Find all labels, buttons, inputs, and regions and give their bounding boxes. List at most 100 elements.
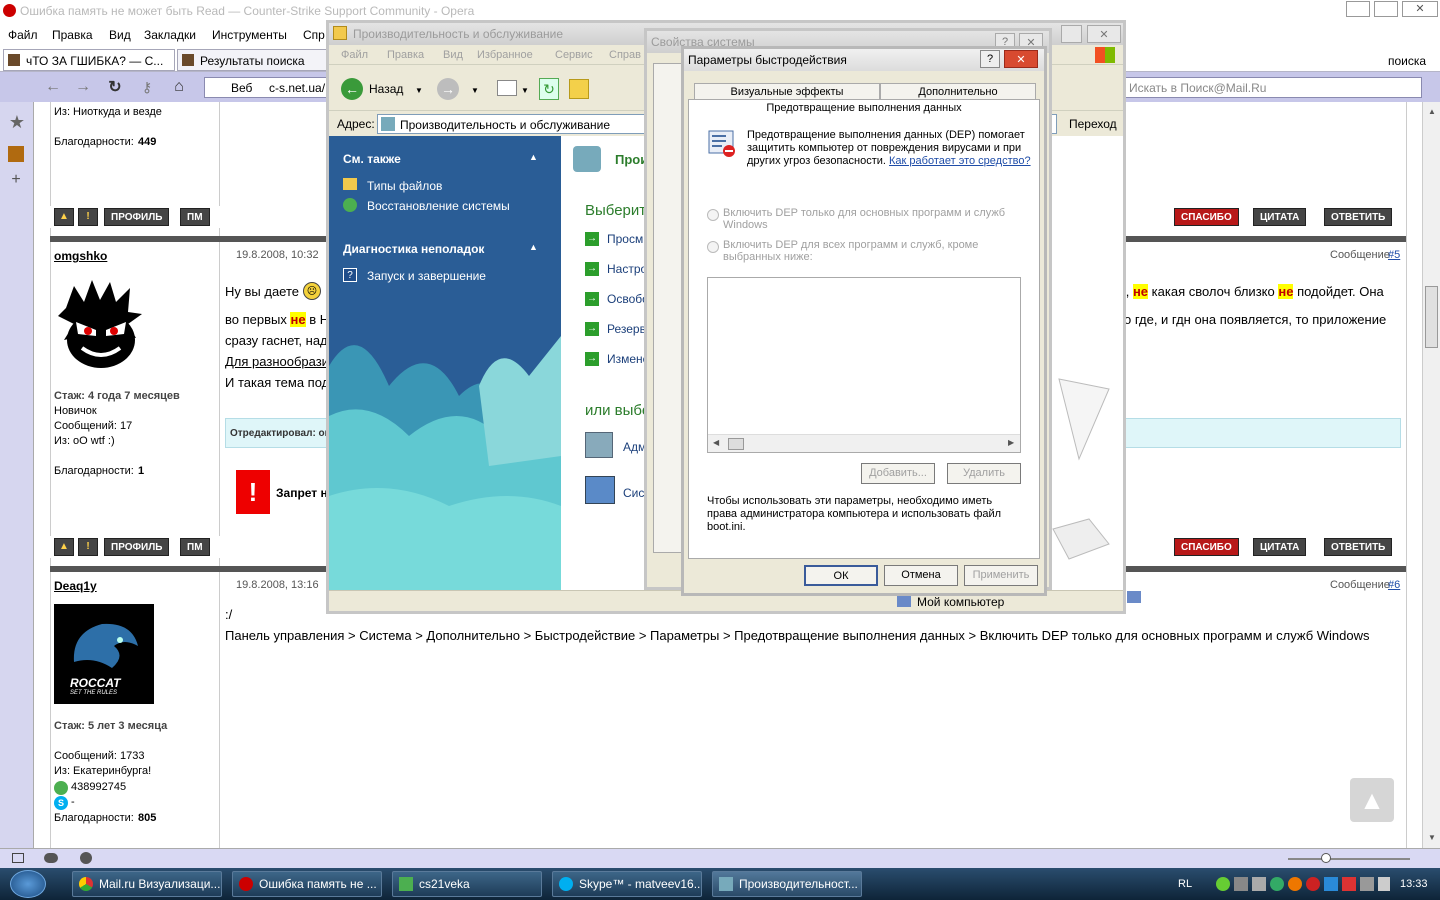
ok-button[interactable]: ОК	[804, 565, 878, 586]
tools-icon[interactable]	[569, 79, 589, 99]
post5-msg-link[interactable]: #5	[1388, 249, 1400, 261]
zoom-slider[interactable]	[1288, 853, 1410, 863]
cloud-icon[interactable]	[44, 853, 58, 863]
explorer-menu-view[interactable]: Вид	[443, 49, 463, 61]
explorer-restore-button[interactable]	[1061, 25, 1082, 43]
list-hscrollbar[interactable]: ◀ ▶	[708, 434, 1020, 452]
address-field[interactable]: Веб c-s.net.ua/	[204, 77, 330, 98]
back-label[interactable]: Назад	[369, 82, 403, 96]
tray-icon[interactable]	[1306, 877, 1320, 891]
remove-button[interactable]: Удалить	[947, 463, 1021, 484]
scroll-to-top-button[interactable]: ▲	[1350, 778, 1394, 822]
add-panel-icon[interactable]: +	[8, 171, 24, 188]
language-indicator[interactable]: RL	[1178, 878, 1192, 890]
widgets-icon[interactable]	[8, 146, 24, 162]
bookmarks-star-icon[interactable]: ★	[7, 112, 27, 132]
post5-username[interactable]: omgshko	[54, 249, 107, 263]
warn-button[interactable]: !	[78, 208, 98, 226]
taskbar-item-opera[interactable]: Ошибка память не ...	[232, 871, 382, 897]
report-up-button[interactable]: ▲	[54, 538, 74, 556]
scrollbar-thumb[interactable]	[1425, 286, 1438, 348]
taskbar-item-mailru[interactable]: Mail.ru Визуализаци...	[72, 871, 222, 897]
hscroll-thumb[interactable]	[728, 438, 744, 450]
search-input[interactable]: Искать в Поиск@Mail.Ru	[1122, 77, 1422, 98]
maximize-button[interactable]	[1374, 1, 1398, 17]
panel-toggle-icon[interactable]	[12, 853, 24, 863]
speed-dial-icon[interactable]	[80, 852, 92, 864]
views-dropdown-icon[interactable]: ▼	[521, 86, 529, 95]
tray-icon[interactable]	[1342, 877, 1356, 891]
explorer-menu-help[interactable]: Справ	[609, 49, 641, 61]
cpl-link-admin[interactable]: Адм	[623, 440, 646, 454]
task-link-1[interactable]: Просм	[607, 232, 643, 246]
radio-dep-essential[interactable]	[707, 209, 719, 221]
clock[interactable]: 13:33	[1400, 878, 1428, 890]
tab-search-results[interactable]: Результаты поиска	[177, 49, 337, 71]
tray-icon[interactable]	[1360, 877, 1374, 891]
tray-icon[interactable]	[1324, 877, 1338, 891]
menu-bookmarks[interactable]: Закладки	[144, 28, 196, 42]
apply-button[interactable]: Применить	[964, 565, 1038, 586]
back-arrow-icon[interactable]: ←	[341, 78, 363, 100]
link-file-types[interactable]: Типы файлов	[367, 179, 442, 193]
refresh-icon[interactable]: ↻	[539, 78, 559, 100]
taskbar-item-cs21veka[interactable]: cs21veka	[392, 871, 542, 897]
tray-icon[interactable]	[1234, 877, 1248, 891]
views-icon[interactable]	[497, 80, 517, 96]
radio-dep-all[interactable]	[707, 241, 719, 253]
task-link-2[interactable]: Настро	[607, 262, 647, 276]
perf-tab-dep[interactable]: Предотвращение выполнения данных	[688, 99, 1040, 117]
dep-exceptions-list[interactable]: ◀ ▶	[707, 277, 1021, 453]
explorer-close-button[interactable]: ✕	[1087, 25, 1121, 43]
explorer-menu-tools[interactable]: Сервис	[555, 49, 593, 61]
start-button[interactable]	[10, 870, 46, 898]
explorer-menu-favorites[interactable]: Избранное	[477, 49, 533, 61]
page-scrollbar[interactable]: ▲ ▼	[1422, 102, 1440, 848]
key-icon[interactable]: ⚷	[138, 78, 156, 96]
quote-button[interactable]: ЦИТАТА	[1253, 208, 1307, 226]
tray-icon[interactable]	[1252, 877, 1266, 891]
task-link-5[interactable]: Измене	[607, 352, 649, 366]
pm-button[interactable]: ПМ	[180, 208, 210, 226]
explorer-menu-file[interactable]: Файл	[341, 49, 368, 61]
forward-icon[interactable]: →	[74, 78, 92, 96]
post6-msg-link[interactable]: #6	[1388, 579, 1400, 591]
taskbar-item-skype[interactable]: Skype™ - matveev16...	[552, 871, 702, 897]
scroll-down-arrow[interactable]: ▼	[1427, 832, 1437, 842]
profile-button[interactable]: ПРОФИЛЬ	[104, 208, 170, 226]
scroll-right-arrow[interactable]: ▶	[1008, 438, 1014, 447]
forward-arrow-icon[interactable]: →	[437, 78, 459, 100]
task-link-3[interactable]: Освобо	[607, 292, 649, 306]
menu-file[interactable]: Файл	[8, 28, 38, 42]
quote-button[interactable]: ЦИТАТА	[1253, 538, 1307, 556]
zoom-slider-handle[interactable]	[1321, 853, 1331, 863]
forward-dropdown-icon[interactable]: ▼	[471, 86, 479, 95]
taskbar-item-explorer[interactable]: Производительност...	[712, 871, 862, 897]
menu-view[interactable]: Вид	[109, 28, 131, 42]
profile-button[interactable]: ПРОФИЛЬ	[104, 538, 170, 556]
dep-help-link[interactable]: Как работает это средство?	[889, 155, 1031, 167]
cancel-button[interactable]: Отмена	[884, 565, 958, 586]
add-button[interactable]: Добавить...	[861, 463, 935, 484]
go-button[interactable]: Переход	[1069, 117, 1117, 131]
menu-tools[interactable]: Инструменты	[212, 28, 287, 42]
task-link-4[interactable]: Резерв	[607, 322, 646, 336]
menu-help[interactable]: Спр	[303, 28, 325, 42]
reply-button[interactable]: ОТВЕТИТЬ	[1324, 538, 1393, 556]
thanks-button[interactable]: СПАСИБО	[1174, 208, 1239, 226]
warn-button[interactable]: !	[78, 538, 98, 556]
perf-close-button[interactable]: ✕	[1004, 50, 1038, 68]
tray-icon[interactable]	[1288, 877, 1302, 891]
link-system-restore[interactable]: Восстановление системы	[367, 199, 510, 213]
link-startup-shutdown[interactable]: Запуск и завершение	[367, 269, 486, 283]
close-button[interactable]: ✕	[1402, 1, 1438, 17]
reply-button[interactable]: ОТВЕТИТЬ	[1324, 208, 1393, 226]
post6-username[interactable]: Deaq1y	[54, 579, 97, 593]
back-dropdown-icon[interactable]: ▼	[415, 86, 423, 95]
scroll-left-arrow[interactable]: ◀	[713, 438, 719, 447]
report-up-button[interactable]: ▲	[54, 208, 74, 226]
collapse-icon[interactable]: ▲	[529, 152, 538, 162]
scroll-up-arrow[interactable]: ▲	[1427, 106, 1437, 116]
reload-icon[interactable]: ↻	[106, 78, 124, 96]
minimize-button[interactable]	[1346, 1, 1370, 17]
